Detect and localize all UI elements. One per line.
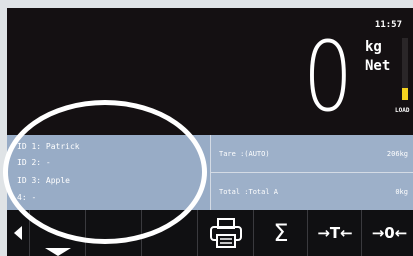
tare-icon: →T← <box>317 224 353 242</box>
total-label: Total :Total A <box>219 188 279 196</box>
sum-icon: Σ <box>273 219 289 247</box>
scale-terminal-screen: 11:57 0 kg Net LOAD ID 1: Patrick ID 2: … <box>0 0 413 256</box>
zero-icon: →0← <box>371 224 408 242</box>
total-row[interactable]: Total :Total A 0kg <box>211 173 413 210</box>
print-button[interactable] <box>197 210 254 256</box>
sum-button[interactable]: Σ <box>253 210 308 256</box>
tare-row[interactable]: Tare :(AUTO) 206kg <box>211 135 413 173</box>
weight-reading: 0 <box>303 21 353 133</box>
left-arrow-icon <box>14 226 22 240</box>
net-mode-label: Net <box>365 58 391 74</box>
printer-icon <box>210 218 242 248</box>
load-label: LOAD <box>395 107 410 114</box>
tare-label: Tare :(AUTO) <box>219 150 270 158</box>
load-bar-accent <box>402 88 408 100</box>
highlight-circle <box>3 100 207 244</box>
tare-value: 206kg <box>386 150 408 158</box>
zero-button[interactable]: →0← <box>361 210 413 256</box>
tare-button[interactable]: →T← <box>307 210 362 256</box>
clock: 11:57 <box>374 20 402 30</box>
total-value: 0kg <box>395 188 408 196</box>
unit-label: kg <box>365 39 382 55</box>
